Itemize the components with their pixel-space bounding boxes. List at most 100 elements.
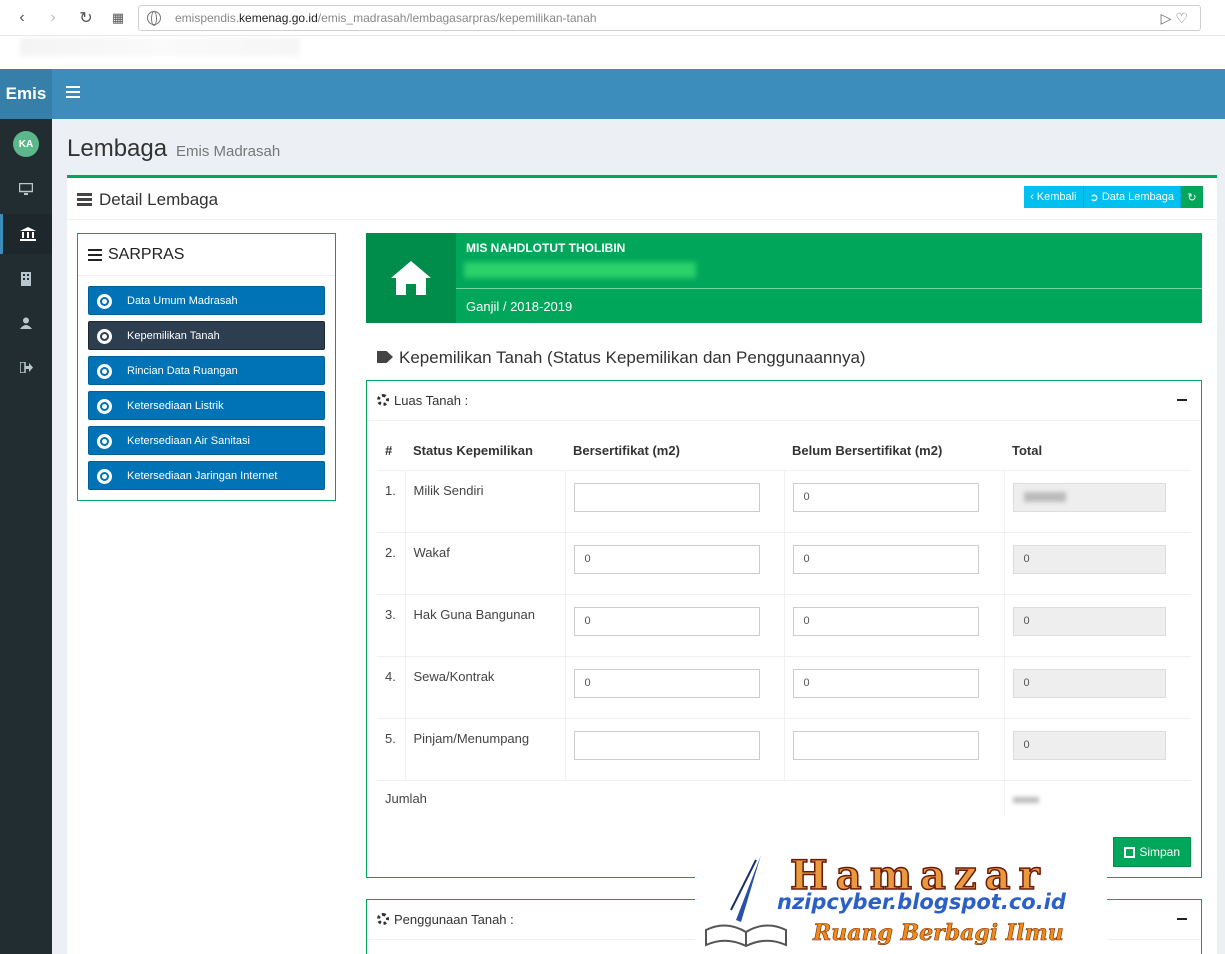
menu-label: Ketersediaan Listrik [127,399,224,412]
browser-toolbar: ‹ › ↻ ▦ emispendis.kemenag.go.id/emis_ma… [0,0,1225,36]
collapse-icon[interactable] [1177,399,1187,401]
sarpras-item-data-umum[interactable]: Data Umum Madrasah [88,286,325,315]
dot-circle-icon [97,364,112,379]
box-title: Detail Lembaga [99,190,219,209]
watermark-url: nzipcyber.blogspot.co.id [777,890,1066,914]
menu-label: Ketersediaan Jaringan Internet [127,469,278,482]
save-button[interactable]: Simpan [1113,837,1191,867]
luas-tanah-title: Luas Tanah : [394,393,469,408]
total-field: 0 [1012,606,1166,636]
belum-bersertifikat-input[interactable]: 0 [792,544,979,574]
redacted-sum [1012,796,1039,803]
bersertifikat-input[interactable] [573,730,760,760]
table-row: 5. Pinjam/Menumpang 0 [377,717,1191,780]
institution-icon[interactable] [0,214,52,254]
belum-bersertifikat-input[interactable] [792,730,979,760]
belum-bersertifikat-input[interactable]: 0 [792,482,979,512]
col-header: Belum Bersertifikat (m2) [784,432,1004,471]
bars-icon [88,248,102,261]
cogs-icon [377,394,389,406]
detail-box: Detail Lembaga ‹ Kembali ➲ Data Lembaga … [67,175,1217,954]
reload-icon[interactable]: ↻ [76,8,96,28]
sarpras-item-internet[interactable]: Ketersediaan Jaringan Internet [88,461,325,490]
col-header: Total [1004,432,1191,471]
back-button[interactable]: ‹ Kembali [1024,186,1084,208]
bersertifikat-input[interactable] [573,482,760,512]
save-icon [1124,846,1136,858]
menu-label: Rincian Data Ruangan [127,364,238,377]
sarpras-item-rincian-ruangan[interactable]: Rincian Data Ruangan [88,356,325,385]
belum-bersertifikat-input[interactable]: 0 [792,668,979,698]
dot-circle-icon [97,399,112,414]
sarpras-item-kepemilikan-tanah[interactable]: Kepemilikan Tanah [88,321,325,350]
data-lembaga-button[interactable]: ➲ Data Lembaga [1083,186,1181,208]
sarpras-panel: SARPRAS Data Umum Madrasah Kepemilikan T… [77,233,336,501]
luas-tanah-table: # Status Kepemilikan Bersertifikat (m2) … [377,432,1191,816]
school-name: MIS NAHDLOTUT THOLIBIN [466,241,626,255]
penggunaan-tanah-title: Penggunaan Tanah : [394,912,514,927]
left-sidebar: Emis KA [0,69,52,954]
sum-label: Jumlah [377,779,1004,816]
avatar[interactable]: KA [13,131,39,157]
app-logo[interactable]: Emis [0,69,52,119]
address-bar[interactable]: emispendis.kemenag.go.id/emis_madrasah/l… [138,5,1201,31]
page-subtitle: Emis Madrasah [176,143,281,160]
dot-circle-icon [97,294,112,309]
menu-label: Ketersediaan Air Sanitasi [127,434,250,447]
banner-divider [456,288,1202,289]
bookmark-heart-icon[interactable]: ▷♡ [1161,10,1192,27]
box-header: Detail Lembaga ‹ Kembali ➲ Data Lembaga … [67,178,1217,220]
bersertifikat-input[interactable]: 0 [573,606,760,636]
user-icon[interactable] [0,303,52,343]
row-status: Sewa/Kontrak [404,655,565,718]
dot-circle-icon [97,469,112,484]
table-row: 1. Milik Sendiri 0 [377,469,1191,532]
bersertifikat-input[interactable]: 0 [573,668,760,698]
page-title: Lembaga [67,135,168,162]
row-number: 5. [377,717,405,780]
back-icon[interactable]: ‹ [12,8,32,28]
watermark-tagline: Ruang Berbagi Ilmu [813,920,1064,947]
sarpras-item-air-sanitasi[interactable]: Ketersediaan Air Sanitasi [88,426,325,455]
watermark: Hamazar nzipcyber.blogspot.co.id Ruang B… [695,842,1107,954]
section-title: Kepemilikan Tanah (Status Kepemilikan da… [377,348,866,368]
row-number: 4. [377,655,405,718]
collapse-icon[interactable] [1177,918,1187,920]
dot-circle-icon [97,434,112,449]
total-field: 0 [1012,544,1166,574]
col-header: Status Kepemilikan [405,432,565,471]
redacted-info [464,262,696,278]
redacted-total [1023,492,1066,502]
table-row: 2. Wakaf 0 0 0 [377,531,1191,594]
luas-tanah-header: Luas Tanah : [367,381,1201,421]
menu-toggle-icon[interactable] [66,86,80,98]
cogs-icon [377,913,389,925]
total-field: 0 [1012,730,1166,760]
tabs-grid-icon[interactable]: ▦ [108,8,128,28]
desktop-icon[interactable] [0,169,52,209]
refresh-icon: ↻ [1187,191,1197,204]
sign-out-icon[interactable] [0,347,52,387]
circle-arrow-icon: ➲ [1089,191,1102,204]
dot-circle-icon [97,329,112,344]
sarpras-item-listrik[interactable]: Ketersediaan Listrik [88,391,325,420]
refresh-button[interactable]: ↻ [1181,186,1203,208]
server-icon [77,193,92,207]
row-status: Hak Guna Bangunan [404,593,565,656]
back-label: Kembali [1036,191,1077,203]
building-icon[interactable] [0,259,52,299]
sarpras-header: SARPRAS [78,234,335,276]
globe-icon [147,11,161,26]
bersertifikat-input[interactable]: 0 [573,544,760,574]
row-number: 3. [377,593,405,656]
sum-row: Jumlah [377,779,1191,816]
luas-tanah-panel: Luas Tanah : # Status Kepemilikan Berser… [366,380,1202,878]
url-text: emispendis.kemenag.go.id/emis_madrasah/l… [175,11,597,25]
col-header: # [377,432,405,471]
save-label: Simpan [1139,845,1180,859]
row-status: Pinjam/Menumpang [404,717,565,780]
row-number: 1. [377,469,405,532]
belum-bersertifikat-input[interactable]: 0 [792,606,979,636]
forward-icon[interactable]: › [43,8,63,28]
total-field [1012,482,1166,512]
